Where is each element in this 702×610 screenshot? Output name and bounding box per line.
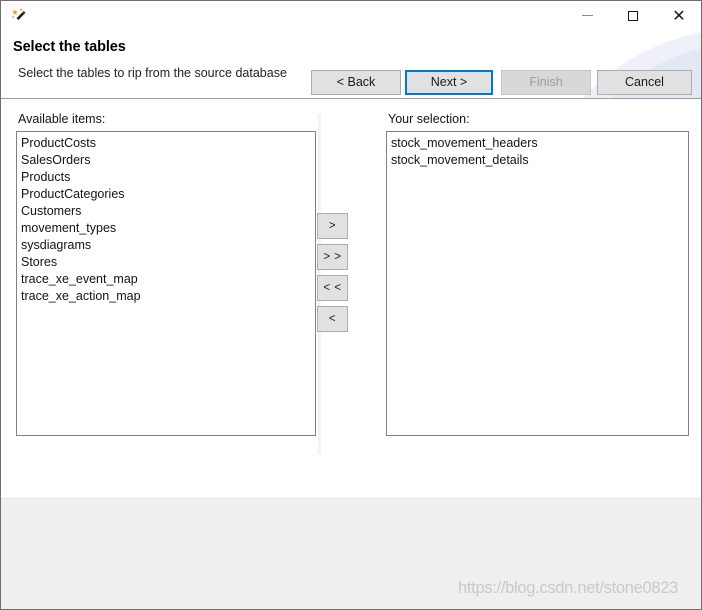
title-bar: ✕ (1, 1, 701, 31)
available-items-list[interactable]: ProductCosts SalesOrders Products ProductCa… (16, 131, 316, 436)
available-items-label: Available items: (18, 112, 106, 126)
selection-list-item[interactable]: stock_movement_details (387, 152, 688, 169)
available-list-item[interactable]: Products (17, 169, 315, 186)
wizard-footer (1, 498, 701, 609)
available-list-item[interactable]: ProductCategories (17, 186, 315, 203)
move-left-button[interactable]: < (317, 306, 348, 332)
close-button[interactable]: ✕ (656, 1, 701, 31)
minimize-button[interactable] (564, 1, 610, 31)
move-all-right-button[interactable]: > > (317, 244, 348, 270)
transfer-button-group: > > > < < < (317, 213, 348, 337)
available-list-item[interactable]: trace_xe_event_map (17, 271, 315, 288)
maximize-icon (628, 11, 638, 21)
move-all-left-button[interactable]: < < (317, 275, 348, 301)
next-button[interactable]: Next > (405, 70, 493, 95)
selection-list-item[interactable]: stock_movement_headers (387, 135, 688, 152)
cancel-button[interactable]: Cancel (597, 70, 692, 95)
page-subtitle: Select the tables to rip from the source… (18, 66, 287, 80)
available-list-item[interactable]: movement_types (17, 220, 315, 237)
available-list-item[interactable]: Stores (17, 254, 315, 271)
magic-wand-icon (10, 6, 30, 26)
your-selection-label: Your selection: (388, 112, 470, 126)
your-selection-list[interactable]: stock_movement_headers stock_movement_det… (386, 131, 689, 436)
back-button[interactable]: < Back (311, 70, 401, 95)
finish-button: Finish (501, 70, 591, 95)
page-title: Select the tables (13, 39, 126, 55)
close-icon: ✕ (672, 6, 686, 25)
available-list-item[interactable]: sysdiagrams (17, 237, 315, 254)
available-list-item[interactable]: trace_xe_action_map (17, 288, 315, 305)
maximize-button[interactable] (610, 1, 656, 31)
minimize-icon (581, 15, 593, 16)
wizard-dialog-window: ✕ Select the tables Select the tables to… (0, 0, 702, 610)
available-list-item[interactable]: ProductCosts (17, 135, 315, 152)
available-list-item[interactable]: SalesOrders (17, 152, 315, 169)
available-list-item[interactable]: Customers (17, 203, 315, 220)
move-right-button[interactable]: > (317, 213, 348, 239)
